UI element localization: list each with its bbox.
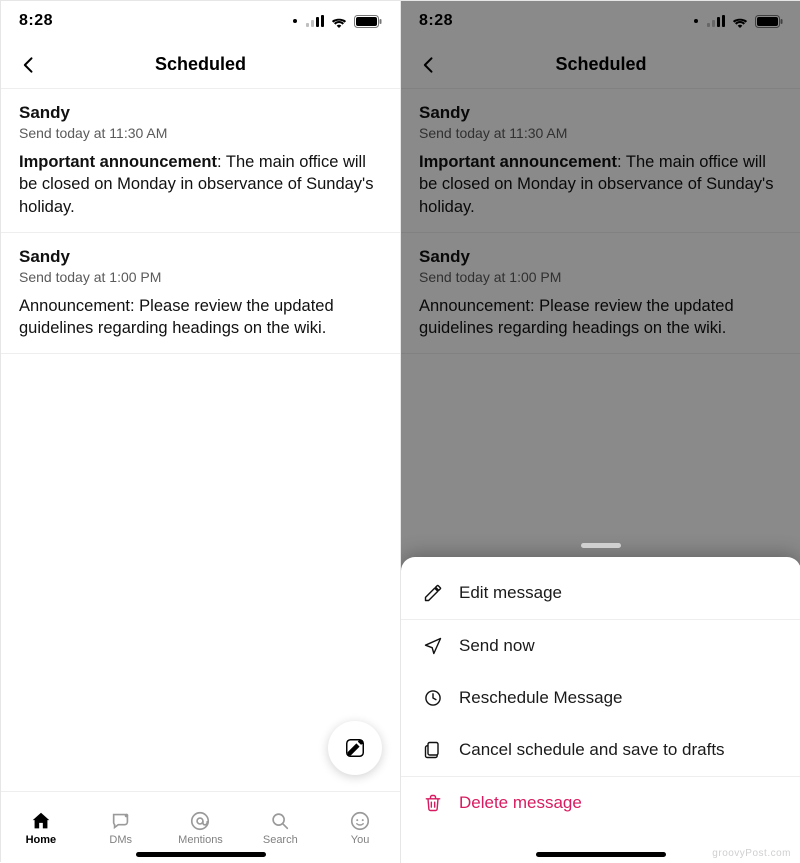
paper-plane-icon (423, 636, 443, 656)
compose-icon (344, 737, 366, 759)
chevron-left-icon (19, 55, 39, 75)
message-body-rest: Announcement: Please review the updated … (19, 297, 334, 337)
scheduled-message-item[interactable]: Sandy Send today at 11:30 AM Important a… (1, 89, 400, 233)
sheet-item-label: Delete message (459, 793, 582, 813)
scheduled-message-item[interactable]: Sandy Send today at 1:00 PM Announcement… (1, 233, 400, 355)
screen-header: Scheduled (1, 41, 400, 89)
message-body: Announcement: Please review the updated … (19, 295, 382, 340)
sheet-item-label: Edit message (459, 583, 562, 603)
clock-icon (423, 688, 443, 708)
sheet-cancel-save-draft[interactable]: Cancel schedule and save to drafts (401, 724, 800, 776)
sheet-reschedule[interactable]: Reschedule Message (401, 672, 800, 724)
you-icon (348, 810, 372, 832)
bottom-tab-bar: Home DMs Mentions Search You (1, 791, 400, 863)
sheet-item-label: Cancel schedule and save to drafts (459, 740, 725, 760)
tab-label: You (351, 834, 370, 846)
watermark: groovyPost.com (712, 848, 791, 859)
sheet-grab-handle[interactable] (581, 543, 621, 548)
trash-icon (423, 793, 443, 813)
back-button[interactable] (11, 41, 47, 88)
sheet-edit-message[interactable]: Edit message (401, 567, 800, 619)
mentions-icon (188, 810, 212, 832)
sheet-item-label: Send now (459, 636, 535, 656)
phone-screen-right: 8:28 Scheduled Sandy Send today at 11:30… (401, 1, 800, 863)
message-body-strong: Important announcement (19, 153, 217, 171)
message-body: Important announcement: The main office … (19, 151, 382, 218)
status-indicators (293, 15, 382, 28)
tab-home[interactable]: Home (1, 792, 81, 863)
home-indicator (536, 852, 666, 857)
status-bar: 8:28 (1, 1, 400, 41)
drafts-icon (423, 740, 443, 760)
message-schedule: Send today at 1:00 PM (19, 269, 382, 285)
message-sender: Sandy (19, 247, 382, 267)
pencil-icon (423, 583, 443, 603)
tab-label: Mentions (178, 834, 223, 846)
compose-button[interactable] (328, 721, 382, 775)
sheet-send-now[interactable]: Send now (401, 619, 800, 672)
cellular-signal-icon (306, 15, 324, 27)
home-indicator (136, 852, 266, 857)
message-sender: Sandy (19, 103, 382, 123)
tab-label: Home (26, 834, 57, 846)
tab-label: Search (263, 834, 298, 846)
action-sheet: Edit message Send now Reschedule Message… (401, 557, 800, 863)
signal-dot-icon (293, 19, 297, 23)
sheet-item-label: Reschedule Message (459, 688, 622, 708)
tab-you[interactable]: You (320, 792, 400, 863)
message-schedule: Send today at 11:30 AM (19, 125, 382, 141)
wifi-icon (330, 15, 348, 28)
dms-icon (109, 810, 133, 832)
search-icon (268, 810, 292, 832)
tab-label: DMs (109, 834, 132, 846)
battery-icon (354, 15, 382, 28)
status-time: 8:28 (19, 12, 293, 30)
phone-screen-left: 8:28 Scheduled Sandy Send today at 11:30… (1, 1, 401, 863)
sheet-delete-message[interactable]: Delete message (401, 776, 800, 829)
home-icon (29, 810, 53, 832)
page-title: Scheduled (1, 54, 400, 75)
